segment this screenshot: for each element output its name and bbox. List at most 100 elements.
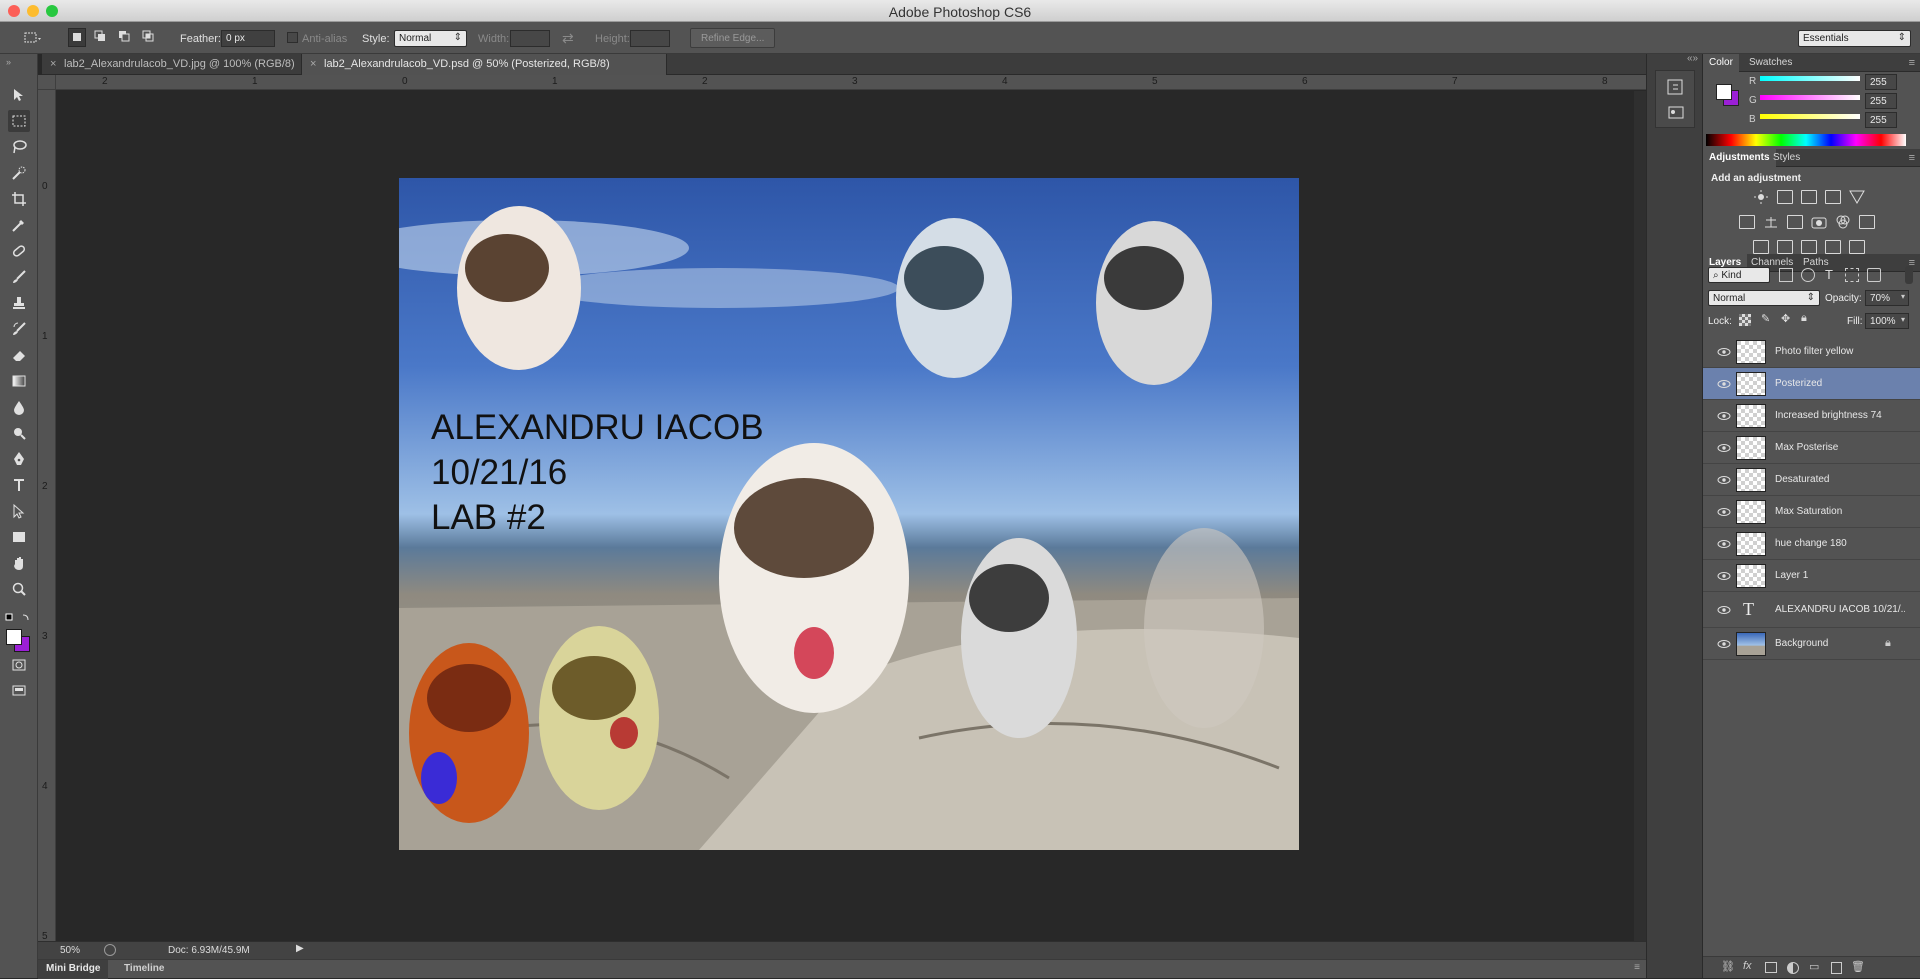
- tab-mini-bridge[interactable]: Mini Bridge: [38, 960, 109, 979]
- document-tab-psd[interactable]: × lab2_Alexandrulacob_VD.psd @ 50% (Post…: [302, 54, 667, 75]
- photo-filter-icon[interactable]: [1811, 215, 1827, 229]
- add-to-selection-icon[interactable]: [92, 28, 110, 47]
- workspace-select[interactable]: Essentials ⇕: [1798, 30, 1911, 47]
- hand-tool-icon[interactable]: [8, 552, 30, 574]
- collapse-toolbar-icon[interactable]: »: [6, 57, 11, 67]
- layer-row[interactable]: hue change 180: [1703, 528, 1920, 560]
- foreground-color-swatch[interactable]: [6, 629, 22, 645]
- adjustment-filter-icon[interactable]: [1801, 268, 1815, 282]
- intersect-selection-icon[interactable]: [140, 28, 158, 47]
- eraser-icon[interactable]: [8, 344, 30, 366]
- tab-swatches[interactable]: Swatches: [1743, 54, 1798, 71]
- color-balance-icon[interactable]: [1763, 215, 1779, 229]
- zoom-tool-icon[interactable]: [8, 578, 30, 600]
- g-value[interactable]: 255: [1865, 93, 1897, 109]
- style-select[interactable]: Normal ⇕: [394, 30, 467, 47]
- layer-row[interactable]: Max Posterise: [1703, 432, 1920, 464]
- layer-row[interactable]: Background 🔒︎: [1703, 628, 1920, 660]
- r-value[interactable]: 255: [1865, 74, 1897, 90]
- opacity-input[interactable]: 70% ▾: [1865, 290, 1909, 306]
- gradient-triangle-icon[interactable]: [1849, 190, 1865, 204]
- type-tool-icon[interactable]: [8, 474, 30, 496]
- visibility-eye-icon[interactable]: [1717, 441, 1731, 455]
- refine-edge-button[interactable]: Refine Edge...: [690, 28, 776, 48]
- channel-mixer-icon[interactable]: [1835, 215, 1851, 229]
- blend-mode-select[interactable]: Normal ⇕: [1708, 290, 1820, 306]
- layer-row[interactable]: Posterized: [1703, 368, 1920, 400]
- foreground-swatch[interactable]: [1716, 84, 1732, 100]
- history-brush-icon[interactable]: [8, 318, 30, 340]
- visibility-eye-icon[interactable]: [1717, 505, 1731, 519]
- lock-transparent-icon[interactable]: [1739, 314, 1751, 326]
- shape-filter-icon[interactable]: [1845, 268, 1859, 282]
- close-tab-icon[interactable]: ×: [310, 58, 316, 70]
- tab-styles[interactable]: Styles: [1767, 149, 1806, 166]
- gradient-map-icon[interactable]: [1849, 240, 1865, 254]
- marquee-tool-icon[interactable]: [8, 110, 30, 132]
- properties-icon[interactable]: [1666, 103, 1686, 126]
- quick-selection-icon[interactable]: [8, 162, 30, 184]
- layer-style-icon[interactable]: fx: [1743, 960, 1752, 972]
- crop-tool-icon[interactable]: [8, 188, 30, 210]
- visibility-eye-icon[interactable]: [1717, 377, 1731, 391]
- visibility-eye-icon[interactable]: [1717, 569, 1731, 583]
- panel-menu-icon[interactable]: ≡: [1909, 57, 1915, 69]
- document-image[interactable]: ALEXANDRU IACOB 10/21/16 LAB #2: [399, 178, 1299, 850]
- layer-row[interactable]: Max Saturation: [1703, 496, 1920, 528]
- pen-icon[interactable]: [8, 448, 30, 470]
- anti-alias-checkbox[interactable]: [287, 32, 298, 43]
- move-tool-icon[interactable]: [8, 84, 30, 106]
- vertical-scrollbar[interactable]: [1634, 91, 1646, 941]
- horizontal-ruler[interactable]: 2 1 0 1 2 3 4 5 6 7 8: [56, 75, 1646, 90]
- threshold-icon[interactable]: [1801, 240, 1817, 254]
- invert-icon[interactable]: [1753, 240, 1769, 254]
- vertical-ruler[interactable]: 0 1 2 3 4 5: [38, 75, 56, 945]
- lasso-tool-icon[interactable]: [8, 136, 30, 158]
- visibility-eye-icon[interactable]: [1717, 409, 1731, 423]
- add-mask-icon[interactable]: [1765, 962, 1777, 973]
- visibility-eye-icon[interactable]: [1717, 537, 1731, 551]
- quick-mask-icon[interactable]: [8, 654, 30, 676]
- panel-menu-icon[interactable]: ≡: [1634, 962, 1640, 973]
- marquee-preset-button[interactable]: [22, 30, 42, 46]
- g-slider[interactable]: [1760, 95, 1860, 100]
- chevron-down-icon[interactable]: ▾: [1901, 292, 1905, 301]
- height-input[interactable]: [630, 30, 670, 47]
- curves-icon[interactable]: [1801, 190, 1817, 204]
- r-slider[interactable]: [1760, 76, 1860, 81]
- tab-timeline[interactable]: Timeline: [116, 960, 172, 979]
- chevron-down-icon[interactable]: ▾: [1901, 315, 1905, 324]
- brush-icon[interactable]: [8, 266, 30, 288]
- healing-brush-icon[interactable]: [8, 240, 30, 262]
- close-tab-icon[interactable]: ×: [50, 58, 56, 70]
- selective-color-icon[interactable]: [1825, 240, 1841, 254]
- rectangle-tool-icon[interactable]: [8, 526, 30, 548]
- zoom-level[interactable]: 50%: [60, 945, 80, 956]
- b-slider[interactable]: [1760, 114, 1860, 119]
- swap-colors-icon[interactable]: [5, 612, 33, 629]
- smart-object-filter-icon[interactable]: [1867, 268, 1881, 282]
- exposure-icon[interactable]: [1825, 190, 1841, 204]
- document-tab-jpg[interactable]: × lab2_Alexandrulacob_VD.jpg @ 100% (RGB…: [42, 54, 302, 75]
- blur-icon[interactable]: [8, 396, 30, 418]
- status-icon[interactable]: [104, 944, 116, 956]
- new-group-icon[interactable]: ▭: [1809, 960, 1819, 973]
- color-lookup-icon[interactable]: [1859, 215, 1875, 229]
- path-selection-icon[interactable]: [8, 500, 30, 522]
- width-input[interactable]: [510, 30, 550, 47]
- clone-stamp-icon[interactable]: [8, 292, 30, 314]
- lock-image-icon[interactable]: ✎: [1761, 312, 1770, 325]
- subtract-from-selection-icon[interactable]: [116, 28, 134, 47]
- black-white-icon[interactable]: [1787, 215, 1803, 229]
- ruler-origin[interactable]: [38, 75, 56, 90]
- visibility-eye-icon[interactable]: [1717, 345, 1731, 359]
- lock-position-icon[interactable]: ✥: [1781, 312, 1790, 325]
- status-menu-arrow-icon[interactable]: ▶: [296, 943, 306, 957]
- lock-all-icon[interactable]: 🔒︎: [1801, 312, 1807, 325]
- layer-row[interactable]: T ALEXANDRU IACOB 10/21/...: [1703, 592, 1920, 628]
- expand-panels-icon[interactable]: »: [1692, 53, 1698, 64]
- visibility-eye-icon[interactable]: [1717, 603, 1731, 617]
- tab-adjustments[interactable]: Adjustments: [1703, 149, 1776, 167]
- swap-width-height-icon[interactable]: ⇄: [562, 30, 574, 47]
- brightness-contrast-icon[interactable]: [1753, 190, 1769, 204]
